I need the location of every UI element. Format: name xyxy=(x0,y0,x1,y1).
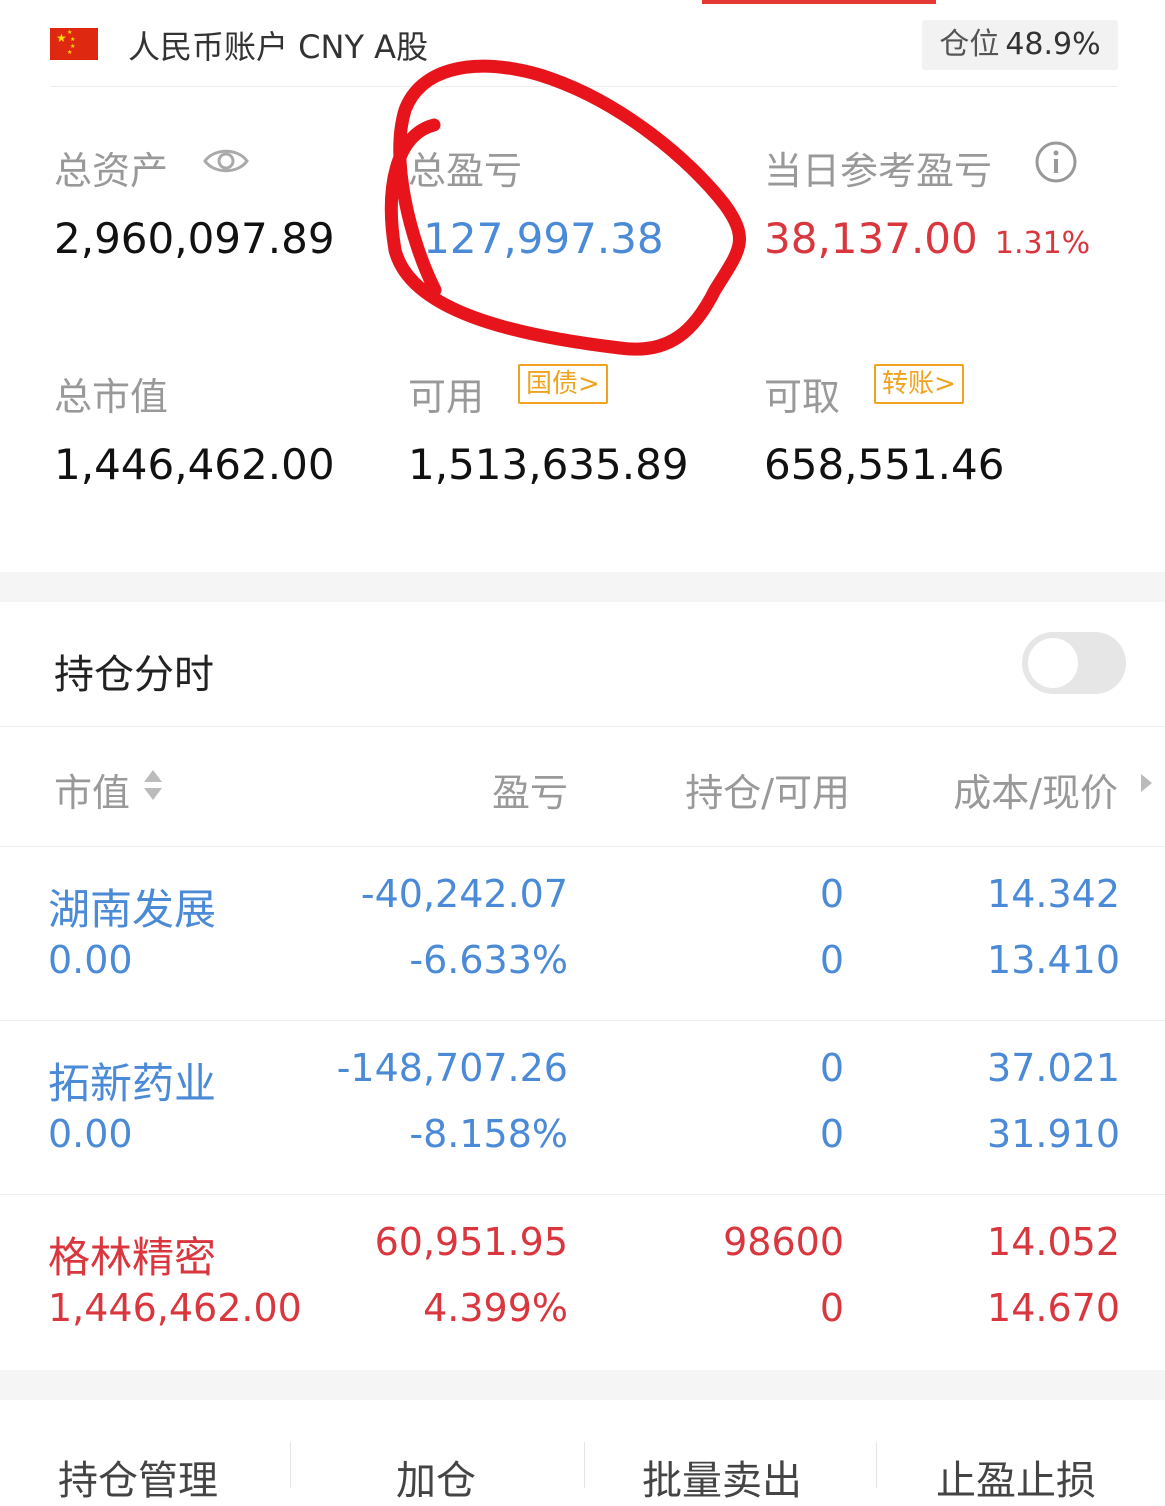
market-value-label: 总市值 xyxy=(54,375,169,419)
position-badge: 仓位 48.9% xyxy=(922,20,1118,70)
timeshare-label: 持仓分时 xyxy=(54,652,214,698)
daily-pnl-value: 38,137.00 xyxy=(764,214,978,263)
position-value: 48.9% xyxy=(1005,27,1101,62)
eye-icon[interactable] xyxy=(202,144,250,178)
stock-price: 13.410 xyxy=(987,938,1120,982)
withdrawable-value: 658,551.46 xyxy=(764,440,1005,489)
daily-pnl: 38,137.00 1.31% xyxy=(764,214,1090,263)
transfer-tag-button[interactable]: 转账> xyxy=(874,364,964,404)
stock-name: 格林精密 xyxy=(48,1233,217,1282)
stock-market-value: 1,446,462.00 xyxy=(48,1286,302,1330)
table-row[interactable]: 格林精密 1,446,462.00 60,951.95 4.399% 98600… xyxy=(0,1196,1165,1368)
scroll-right-icon[interactable] xyxy=(1138,772,1154,794)
stock-market-value: 0.00 xyxy=(48,938,133,982)
stock-cost: 14.342 xyxy=(987,872,1120,916)
divider xyxy=(0,846,1165,847)
stock-pnl: -148,707.26 xyxy=(336,1046,568,1090)
header-pnl: 盈亏 xyxy=(491,771,568,815)
stock-pnl: -40,242.07 xyxy=(360,872,568,916)
stock-market-value: 0.00 xyxy=(48,1112,133,1156)
batch-sell-button[interactable]: 批量卖出 xyxy=(642,1448,802,1506)
timeshare-toggle[interactable] xyxy=(1022,632,1126,694)
stock-pnl-pct: -8.158% xyxy=(409,1112,568,1156)
treasury-tag-button[interactable]: 国债> xyxy=(518,364,608,404)
daily-pnl-pct: 1.31% xyxy=(994,226,1091,261)
add-position-button[interactable]: 加仓 xyxy=(396,1448,476,1506)
divider xyxy=(0,1194,1165,1195)
stock-available: 0 xyxy=(819,938,844,982)
toggle-knob xyxy=(1028,638,1078,688)
stock-available: 0 xyxy=(819,1112,844,1156)
header-market-value[interactable]: 市值 xyxy=(54,762,130,817)
table-row[interactable]: 拓新药业 0.00 -148,707.26 -8.158% 0 0 37.021… xyxy=(0,1022,1165,1194)
stock-cost: 14.052 xyxy=(987,1220,1120,1264)
stock-hold: 0 xyxy=(819,1046,844,1090)
total-assets-value: 2,960,097.89 xyxy=(54,214,335,263)
stock-price: 14.670 xyxy=(987,1286,1120,1330)
stock-name: 湖南发展 xyxy=(48,885,217,934)
section-gap xyxy=(0,1370,1165,1400)
stock-pnl-pct: 4.399% xyxy=(423,1286,568,1330)
header-hold-available: 持仓/可用 xyxy=(685,771,850,815)
stock-name: 拓新药业 xyxy=(48,1059,217,1108)
stock-pnl: 60,951.95 xyxy=(374,1220,568,1264)
top-tab-indicator xyxy=(702,0,936,4)
table-row[interactable]: 湖南发展 0.00 -40,242.07 -6.633% 0 0 14.342 … xyxy=(0,848,1165,1020)
divider xyxy=(584,1442,585,1488)
stock-pnl-pct: -6.633% xyxy=(409,938,568,982)
available-value: 1,513,635.89 xyxy=(408,440,689,489)
stock-available: 0 xyxy=(819,1286,844,1330)
total-assets-label: 总资产 xyxy=(54,149,169,193)
section-gap xyxy=(0,572,1165,602)
red-circle-annotation xyxy=(384,59,746,356)
position-label: 仓位 xyxy=(939,27,1000,62)
market-value-value: 1,446,462.00 xyxy=(54,440,335,489)
withdrawable-label: 可取 xyxy=(764,375,841,419)
stock-cost: 37.021 xyxy=(987,1046,1120,1090)
stock-hold: 0 xyxy=(819,872,844,916)
divider xyxy=(876,1442,877,1488)
info-icon[interactable] xyxy=(1034,140,1078,184)
position-manage-button[interactable]: 持仓管理 xyxy=(58,1448,218,1506)
available-label: 可用 xyxy=(408,375,485,419)
divider xyxy=(0,726,1165,727)
stock-hold: 98600 xyxy=(723,1220,844,1264)
header-cost-price: 成本/现价 xyxy=(953,771,1118,815)
take-profit-stop-loss-button[interactable]: 止盈止损 xyxy=(936,1448,1096,1506)
divider xyxy=(290,1442,291,1488)
divider xyxy=(0,1020,1165,1021)
sort-icon[interactable] xyxy=(142,766,164,804)
china-flag-icon: ★ ★ ★ ★ ★ xyxy=(50,28,98,60)
daily-pnl-label: 当日参考盈亏 xyxy=(764,149,993,193)
stock-price: 31.910 xyxy=(987,1112,1120,1156)
